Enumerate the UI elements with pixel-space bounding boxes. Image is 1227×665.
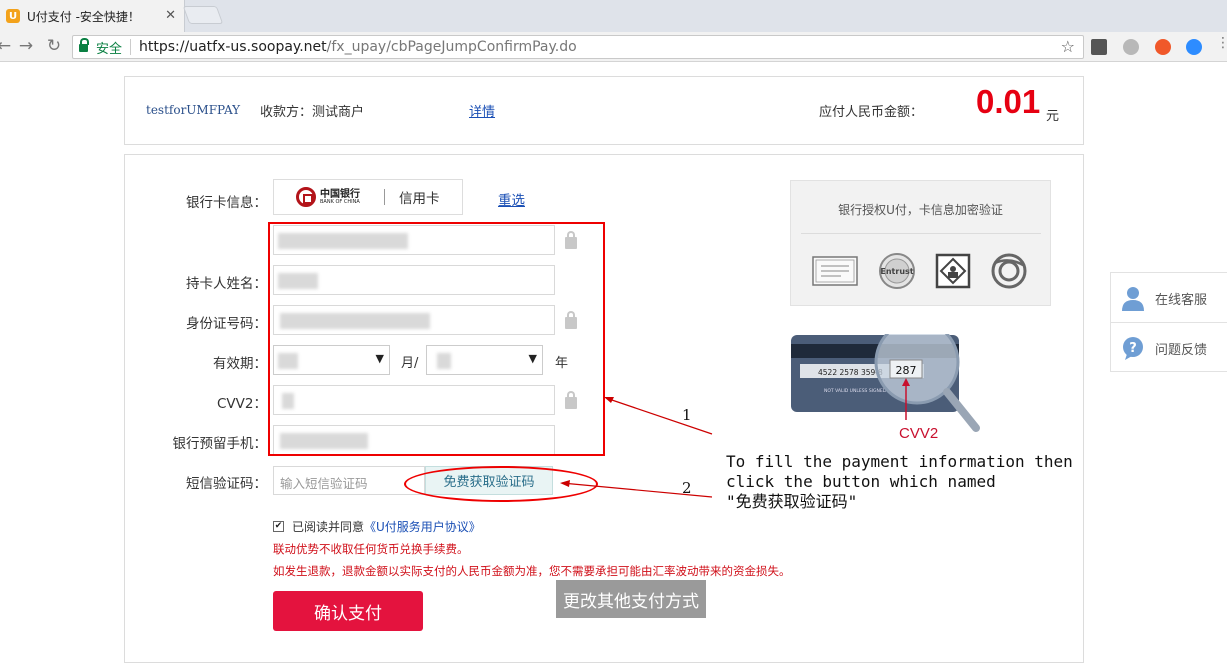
annotation-line-1: To fill the payment information then <box>726 452 1073 471</box>
annotation-line-3: "免费获取验证码" <box>726 492 858 511</box>
annotation-arrows <box>560 397 713 498</box>
annotation-marker-2: 2 <box>682 479 692 497</box>
annotation-marker-1: 1 <box>682 406 692 424</box>
annotation-line-2: click the button which named <box>726 472 996 491</box>
annotation-text: To fill the payment information then clic… <box>726 452 1073 512</box>
